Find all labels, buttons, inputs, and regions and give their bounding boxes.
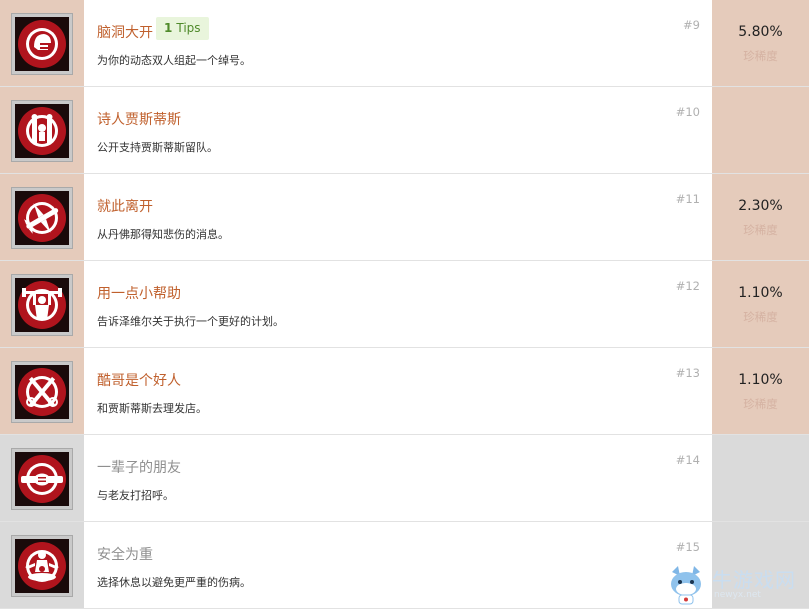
airplane-icon [15,191,69,245]
achievement-row[interactable]: 就此离开 从丹佛那得知悲伤的消息。 #11 2.30% 珍稀度 [0,174,809,261]
barber-tools-icon [15,365,69,419]
achievement-row[interactable]: 用一点小帮助 告诉泽维尔关于执行一个更好的计划。 #12 1.10% 珍稀度 [0,261,809,348]
unlock-percent: 2.30% [738,198,783,214]
achievement-desc: 为你的动态双人组起一个绰号。 [97,54,251,67]
mascot-icon [671,566,701,605]
achievement-title[interactable]: 脑洞大开 [97,22,153,42]
achievement-number: #14 [675,453,700,467]
achievement-row[interactable]: 诗人贾斯蒂斯 公开支持贾斯蒂斯留队。 #10 [0,87,809,174]
achievement-number: #10 [675,105,700,119]
achievement-number: #12 [675,279,700,293]
watermark-url: newyx.net [714,590,761,600]
achievement-title[interactable]: 酷哥是个好人 [97,370,181,390]
achievement-row[interactable]: 脑洞大开 1 Tips 为你的动态双人组起一个绰号。 #9 5.80% 珍稀度 [0,0,809,87]
achievement-title[interactable]: 用一点小帮助 [97,283,181,303]
achievement-title[interactable]: 一辈子的朋友 [97,457,181,477]
site-watermark: 牛游戏网 newyx.net [664,560,809,608]
achievement-desc: 公开支持贾斯蒂斯留队。 [97,141,218,154]
tips-label: Tips [176,21,201,35]
rarity-label: 珍稀度 [743,310,778,324]
handshake-icon [15,452,69,506]
watermark-text: 牛游戏网 [712,568,796,592]
achievement-desc: 告诉泽维尔关于执行一个更好的计划。 [97,315,284,328]
achievement-desc: 选择休息以避免更严重的伤病。 [97,576,251,589]
achievement-list: 脑洞大开 1Tips 为你的动态双人组起一个绰号。 #9 5.80% 珍稀度 [0,0,809,611]
achievement-number: #15 [675,540,700,554]
achievement-number: #13 [675,366,700,380]
cheer-icon [15,104,69,158]
tips-count: 1 [164,21,173,35]
achievement-title[interactable]: 安全为重 [97,544,153,564]
achievement-desc: 从丹佛那得知悲伤的消息。 [97,228,229,241]
rarity-label: 珍稀度 [743,49,778,63]
rarity-label: 珍稀度 [743,223,778,237]
unlock-percent: 1.10% [738,285,783,301]
tips-badge[interactable]: 1 Tips [156,17,209,40]
unlock-percent: 5.80% [738,24,783,40]
achievement-title[interactable]: 诗人贾斯蒂斯 [97,109,181,129]
rarity-label: 珍稀度 [743,397,778,411]
achievement-title[interactable]: 就此离开 [97,196,153,216]
unlock-percent: 1.10% [738,372,783,388]
achievement-desc: 与老友打招呼。 [97,489,174,502]
achievement-number: #9 [683,18,700,32]
helmet-icon [15,17,69,71]
weightlifter-icon [15,278,69,332]
achievement-row[interactable]: 一辈子的朋友 与老友打招呼。 #14 [0,435,809,522]
achievement-number: #11 [675,192,700,206]
achievement-desc: 和贾斯蒂斯去理发店。 [97,402,207,415]
achievement-row[interactable]: 酷哥是个好人 和贾斯蒂斯去理发店。 #13 1.10% 珍稀度 [0,348,809,435]
meditation-icon [15,539,69,593]
